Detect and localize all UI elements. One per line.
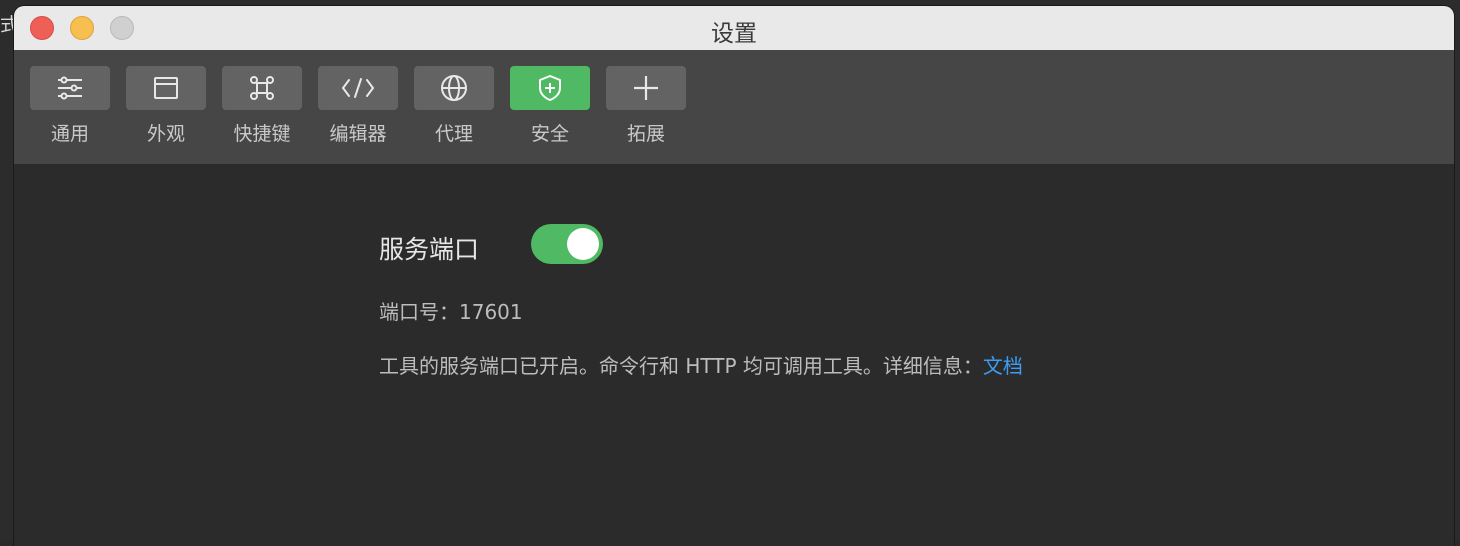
- tab-label: 外观: [146, 123, 185, 145]
- port-number-text: 端口号：17601: [379, 296, 523, 325]
- description-text: 工具的服务端口已开启。命令行和 HTTP 均可调用工具。详细信息：: [379, 354, 983, 378]
- service-port-title: 服务端口: [379, 235, 480, 264]
- tab-label: 通用: [50, 123, 89, 145]
- tab-security[interactable]: 安全: [510, 66, 590, 146]
- tab-appearance[interactable]: 外观: [126, 66, 206, 146]
- service-port-toggle[interactable]: [531, 224, 603, 264]
- globe-icon: [414, 66, 494, 110]
- tab-general[interactable]: 通用: [30, 66, 110, 146]
- port-value: 17601: [459, 300, 523, 324]
- tab-extensions[interactable]: 拓展: [606, 66, 686, 146]
- title-bar: 设置: [14, 6, 1454, 51]
- tab-label: 代理: [434, 123, 473, 145]
- toggle-knob: [567, 228, 599, 260]
- command-key-icon: [222, 66, 302, 110]
- settings-window: 设置 通用 外观 快捷键 编辑器 代理 安全 拓展 服务端口 端口号：17601…: [14, 6, 1454, 546]
- documentation-link[interactable]: 文档: [983, 354, 1023, 378]
- service-description: 工具的服务端口已开启。命令行和 HTTP 均可调用工具。详细信息：文档: [379, 350, 1023, 379]
- window-icon: [126, 66, 206, 110]
- security-panel: 服务端口 端口号：17601 工具的服务端口已开启。命令行和 HTTP 均可调用…: [14, 164, 1454, 546]
- shield-plus-icon: [510, 66, 590, 110]
- tab-proxy[interactable]: 代理: [414, 66, 494, 146]
- plus-icon: [606, 66, 686, 110]
- tab-label: 拓展: [626, 123, 665, 145]
- tab-shortcuts[interactable]: 快捷键: [222, 66, 302, 146]
- tab-editor[interactable]: 编辑器: [318, 66, 398, 146]
- tab-label: 编辑器: [329, 123, 387, 145]
- tab-label: 安全: [530, 123, 569, 145]
- tab-label: 快捷键: [233, 123, 291, 145]
- sliders-icon: [30, 66, 110, 110]
- settings-toolbar: 通用 外观 快捷键 编辑器 代理 安全 拓展: [14, 50, 1454, 165]
- window-title: 设置: [711, 21, 757, 47]
- port-label: 端口号：: [379, 300, 459, 324]
- code-icon: [318, 66, 398, 110]
